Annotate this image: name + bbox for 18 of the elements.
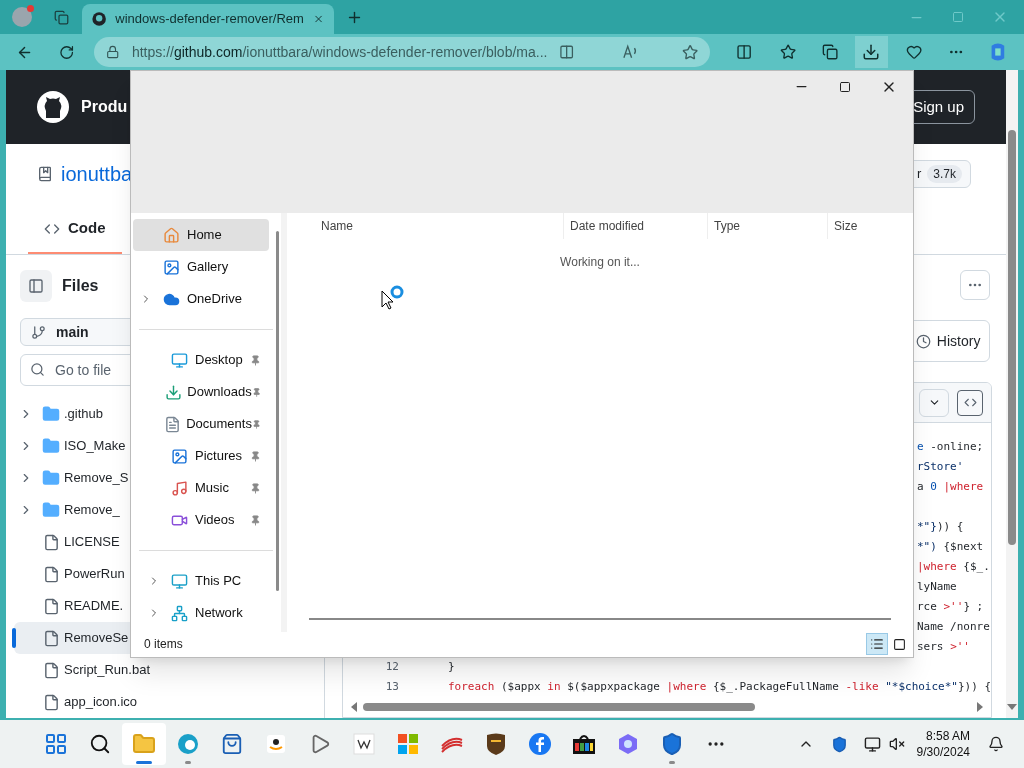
line-number: 13 [384, 678, 399, 695]
code-line: rStore' [917, 458, 964, 475]
code-line: rce >''} ; [917, 598, 984, 615]
code-line: |where {$_. [917, 558, 990, 575]
status-message: Working on it... [560, 254, 640, 271]
item-count: 0 items [144, 636, 183, 653]
code-line: *") {$next [917, 538, 984, 555]
star-count: 3.7k [927, 165, 962, 183]
code-line: a 0 |where [917, 478, 984, 495]
panel-title: Files [62, 276, 99, 296]
code-line: foreach ($appx in $($appxpackage |where {$_.PackageFullName -like "*$choice*"})) { [447, 678, 992, 695]
code-line: lyName [917, 578, 957, 595]
code-line: Name /nonre [917, 618, 990, 635]
line-number: 12 [384, 658, 399, 675]
code-line: e -online; [917, 438, 984, 455]
code-line: } [447, 658, 455, 675]
code-line: *"})) { [917, 518, 964, 535]
code-line: sers >'' [917, 638, 970, 655]
